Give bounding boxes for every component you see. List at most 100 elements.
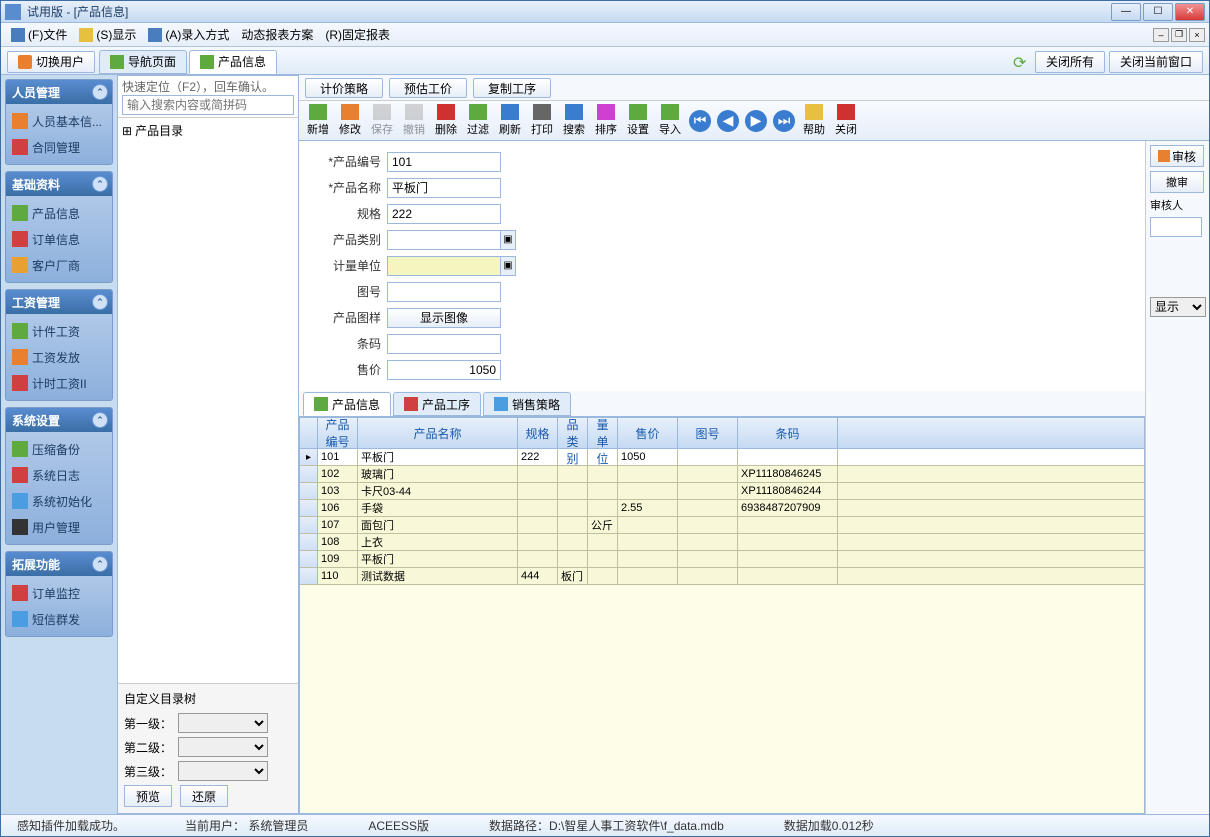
menu-icon — [11, 28, 25, 42]
refresh-icon[interactable]: ⟳ — [1013, 53, 1031, 71]
toolbar-修改[interactable]: 修改 — [335, 103, 365, 139]
category-input[interactable] — [387, 230, 501, 250]
nav-item[interactable]: 工资发放 — [8, 344, 110, 370]
product-code-input[interactable] — [387, 152, 501, 172]
table-row[interactable]: 103卡尺03-44XP11180846244 — [300, 483, 1144, 500]
column-header[interactable]: 计量单位 — [588, 418, 618, 448]
detail-tab[interactable]: 销售策略 — [483, 392, 571, 416]
restore-button[interactable]: 还原 — [180, 785, 228, 807]
price-input[interactable] — [387, 360, 501, 380]
table-row[interactable]: 106手袋2.556938487207909 — [300, 500, 1144, 517]
column-header[interactable]: 产品名称 — [358, 418, 518, 448]
preview-button[interactable]: 预览 — [124, 785, 172, 807]
detail-tab[interactable]: 产品信息 — [303, 392, 391, 416]
nav-item[interactable]: 短信群发 — [8, 606, 110, 632]
nav-group-header[interactable]: 系统设置⌃ — [6, 408, 112, 432]
column-header[interactable]: 图号 — [678, 418, 738, 448]
detail-tab[interactable]: 产品工序 — [393, 392, 481, 416]
barcode-input[interactable] — [387, 334, 501, 354]
revoke-button[interactable]: 撤审 — [1150, 171, 1204, 193]
nav-item[interactable]: 系统初始化 — [8, 488, 110, 514]
drawing-input[interactable] — [387, 282, 501, 302]
menu-item[interactable]: (F)文件 — [5, 26, 73, 43]
nav-item[interactable]: 合同管理 — [8, 134, 110, 160]
close-button[interactable]: ✕ — [1175, 3, 1205, 21]
action-button[interactable]: 预估工价 — [389, 78, 467, 98]
nav-item[interactable]: 产品信息 — [8, 200, 110, 226]
toolbar-关闭[interactable]: 关闭 — [831, 103, 861, 139]
nav-item[interactable]: 用户管理 — [8, 514, 110, 540]
nav-group-header[interactable]: 人员管理⌃ — [6, 80, 112, 104]
product-name-input[interactable] — [387, 178, 501, 198]
table-row[interactable]: 102玻璃门XP11180846245 — [300, 466, 1144, 483]
nav-arrow[interactable]: ◀ — [717, 110, 739, 132]
category-picker-icon[interactable]: ▣ — [500, 230, 516, 250]
nav-item[interactable]: 人员基本信... — [8, 108, 110, 134]
nav-item[interactable]: 订单信息 — [8, 226, 110, 252]
mdi-restore-button[interactable]: ❐ — [1171, 28, 1187, 42]
level2-select[interactable] — [178, 737, 268, 757]
menu-item[interactable]: (S)显示 — [73, 26, 142, 43]
nav-item[interactable]: 计件工资 — [8, 318, 110, 344]
unit-picker-icon[interactable]: ▣ — [500, 256, 516, 276]
minimize-button[interactable]: — — [1111, 3, 1141, 21]
table-row[interactable]: 110测试数据444板门 — [300, 568, 1144, 585]
action-button[interactable]: 复制工序 — [473, 78, 551, 98]
menu-item[interactable]: 动态报表方案 — [235, 26, 319, 43]
column-header[interactable]: 售价 — [618, 418, 678, 448]
nav-group-header[interactable]: 基础资料⌃ — [6, 172, 112, 196]
spec-input[interactable] — [387, 204, 501, 224]
table-row[interactable]: 108上衣 — [300, 534, 1144, 551]
close-all-button[interactable]: 关闭所有 — [1035, 51, 1105, 73]
nav-group-header[interactable]: 工资管理⌃ — [6, 290, 112, 314]
display-select[interactable]: 显示 — [1150, 297, 1206, 317]
data-grid[interactable]: 产品编号产品名称规格产品类别计量单位售价图号条码 ▸101平板门22210501… — [299, 417, 1145, 814]
mdi-minimize-button[interactable]: – — [1153, 28, 1169, 42]
nav-arrow[interactable]: ⏮ — [689, 110, 711, 132]
nav-item-icon — [12, 585, 28, 601]
toolbar-过滤[interactable]: 过滤 — [463, 103, 493, 139]
toolbar-打印[interactable]: 打印 — [527, 103, 557, 139]
column-header[interactable]: 条码 — [738, 418, 838, 448]
menu-item[interactable]: (R)固定报表 — [319, 26, 396, 43]
close-current-button[interactable]: 关闭当前窗口 — [1109, 51, 1203, 73]
toolbar-设置[interactable]: 设置 — [623, 103, 653, 139]
toolbar-搜索[interactable]: 搜索 — [559, 103, 589, 139]
nav-item[interactable]: 客户厂商 — [8, 252, 110, 278]
level1-select[interactable] — [178, 713, 268, 733]
toolbar-刷新[interactable]: 刷新 — [495, 103, 525, 139]
toolbar-导入[interactable]: 导入 — [655, 103, 685, 139]
nav-arrow[interactable]: ▶ — [745, 110, 767, 132]
table-row[interactable]: ▸101平板门2221050 — [300, 449, 1144, 466]
mdi-close-button[interactable]: × — [1189, 28, 1205, 42]
tree-root-node[interactable]: ⊞ 产品目录 — [122, 122, 294, 139]
doc-tab[interactable]: 产品信息 — [189, 50, 277, 74]
table-row[interactable]: 109平板门 — [300, 551, 1144, 568]
approver-input[interactable] — [1150, 217, 1202, 237]
nav-item[interactable]: 系统日志 — [8, 462, 110, 488]
level3-select[interactable] — [178, 761, 268, 781]
toolbar-帮助[interactable]: 帮助 — [799, 103, 829, 139]
toolbar-新增[interactable]: 新增 — [303, 103, 333, 139]
toolbar-排序[interactable]: 排序 — [591, 103, 621, 139]
switch-user-button[interactable]: 切换用户 — [7, 51, 95, 73]
menu-item[interactable]: (A)录入方式 — [142, 26, 235, 43]
show-image-button[interactable]: 显示图像 — [387, 308, 501, 328]
column-header[interactable]: 产品编号 — [318, 418, 358, 448]
column-header[interactable]: 产品类别 — [558, 418, 588, 448]
nav-item[interactable]: 计时工资II — [8, 370, 110, 396]
toolbar-删除[interactable]: 删除 — [431, 103, 461, 139]
nav-item[interactable]: 压缩备份 — [8, 436, 110, 462]
action-button[interactable]: 计价策略 — [305, 78, 383, 98]
maximize-button[interactable]: ☐ — [1143, 3, 1173, 21]
nav-arrow[interactable]: ⏭ — [773, 110, 795, 132]
doc-tab[interactable]: 导航页面 — [99, 50, 187, 74]
table-row[interactable]: 107面包门公斤 — [300, 517, 1144, 534]
unit-input[interactable] — [387, 256, 501, 276]
nav-group-header[interactable]: 拓展功能⌃ — [6, 552, 112, 576]
custom-tree-title: 自定义目录树 — [124, 690, 292, 707]
nav-item[interactable]: 订单监控 — [8, 580, 110, 606]
tree-search-input[interactable] — [122, 95, 294, 115]
approve-button[interactable]: 审核 — [1150, 145, 1204, 167]
column-header[interactable]: 规格 — [518, 418, 558, 448]
